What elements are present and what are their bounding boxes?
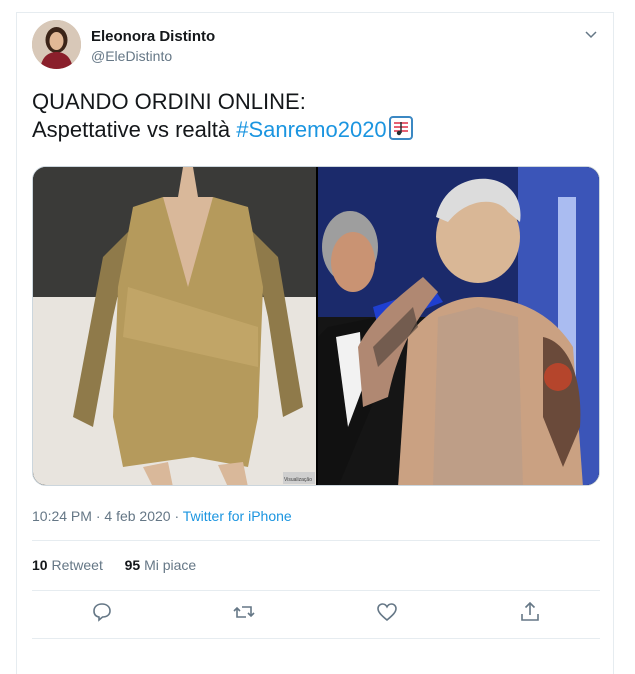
retweet-stat[interactable]: 10 Retweet — [32, 557, 103, 573]
tweet-media[interactable]: Visualização — [32, 166, 600, 486]
heart-icon[interactable] — [375, 600, 399, 624]
tweet-stats: 10 Retweet 95 Mi piace — [32, 557, 196, 573]
tweet-date[interactable]: 4 feb 2020 — [104, 508, 170, 524]
divider-top — [32, 540, 600, 541]
hashtag-link[interactable]: #Sanremo2020 — [236, 117, 386, 142]
tweet-text-line1: QUANDO ORDINI ONLINE: — [32, 89, 306, 114]
divider-actions — [32, 638, 600, 639]
tweet-source-link[interactable]: Twitter for iPhone — [183, 508, 292, 524]
like-stat[interactable]: 95 Mi piace — [125, 557, 197, 573]
reply-icon[interactable] — [90, 600, 114, 624]
avatar-image — [32, 20, 81, 69]
tweet-actions — [32, 600, 600, 630]
retweet-icon[interactable] — [232, 600, 256, 624]
tweet-text: QUANDO ORDINI ONLINE: Aspettative vs rea… — [32, 88, 413, 144]
tweet-time[interactable]: 10:24 PM — [32, 508, 92, 524]
image-caption: Visualização — [284, 477, 312, 483]
avatar[interactable] — [32, 20, 81, 69]
music-score-emoji — [388, 116, 413, 140]
author-handle[interactable]: @EleDistinto — [91, 48, 172, 64]
tweet-text-line2: Aspettative vs realtà #Sanremo2020 — [32, 116, 413, 144]
author-name[interactable]: Eleonora Distinto — [91, 28, 215, 45]
chevron-down-icon[interactable] — [583, 26, 599, 42]
divider-bottom — [32, 590, 600, 591]
share-icon[interactable] — [518, 600, 542, 624]
photo-gold-dress[interactable]: Visualização — [33, 167, 316, 486]
tweet-timestamp: 10:24 PM · 4 feb 2020 · Twitter for iPho… — [32, 508, 292, 524]
tweet-text-prefix: Aspettative vs realtà — [32, 117, 237, 142]
photo-singer-stage[interactable] — [318, 167, 600, 486]
